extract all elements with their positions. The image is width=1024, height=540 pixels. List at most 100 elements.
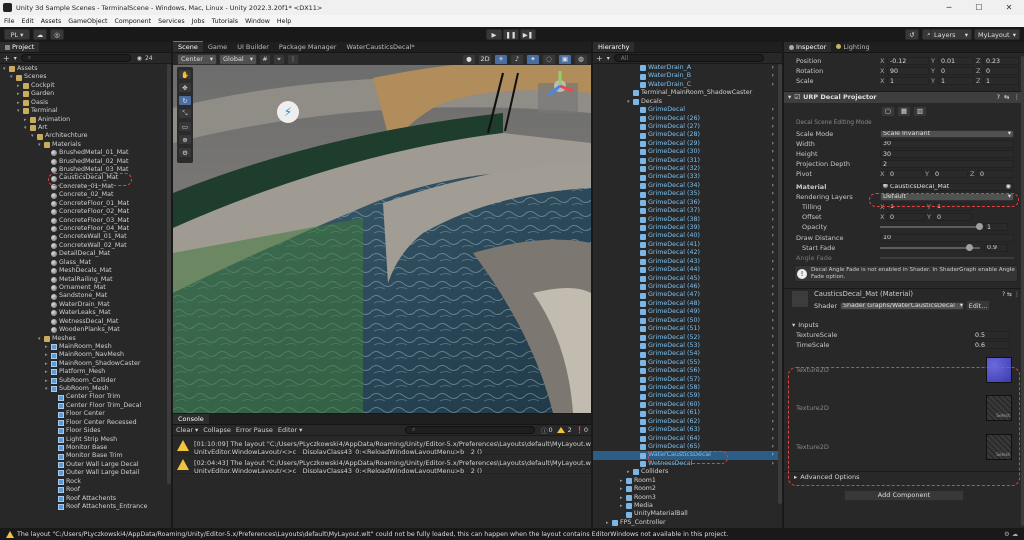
draw-distance-field[interactable]: 10 — [880, 233, 1014, 242]
edit-pivot-icon[interactable]: ▦ — [897, 105, 911, 117]
close-icon[interactable]: ✕ — [994, 3, 1024, 12]
height-field[interactable]: 30 — [880, 150, 1014, 159]
hierarchy-item[interactable]: GrimeDecal (29) › — [593, 140, 782, 148]
chevron-right-icon[interactable]: › — [771, 173, 774, 181]
scale-mode-dropdown[interactable]: Scale Invariant ▾ — [880, 129, 1014, 138]
project-item[interactable]: ConcreteFloor_01_Mat — [0, 200, 171, 208]
hierarchy-item[interactable]: WaterDrain_A › — [593, 64, 782, 72]
menu-edit[interactable]: Edit — [22, 18, 34, 25]
project-item[interactable]: MetalRailing_Mat — [0, 276, 171, 284]
hierarchy-item[interactable]: GrimeDecal (28) › — [593, 131, 782, 139]
tab-scene[interactable]: Scene — [173, 41, 203, 52]
chevron-right-icon[interactable]: › — [771, 384, 774, 392]
hierarchy-item[interactable]: ▸ Room1 — [593, 477, 782, 485]
collab-icon[interactable]: ◎ — [50, 29, 64, 40]
chevron-right-icon[interactable]: › — [771, 300, 774, 308]
project-item[interactable]: ▾ Architechture — [0, 132, 171, 140]
rotation-x-field[interactable]: 90 — [887, 67, 929, 76]
project-item[interactable]: Floor Center — [0, 410, 171, 418]
chevron-right-icon[interactable]: › — [771, 283, 774, 291]
start-fade-field[interactable]: 0.9 — [984, 243, 1008, 252]
hierarchy-item[interactable]: GrimeDecal (38) › — [593, 216, 782, 224]
hierarchy-item[interactable]: GrimeDecal (50) › — [593, 317, 782, 325]
inputs-foldout[interactable]: ▾ Inputs — [784, 320, 1024, 330]
project-item[interactable]: ▸ Garden — [0, 90, 171, 98]
hierarchy-item[interactable]: GrimeDecal (64) › — [593, 435, 782, 443]
project-item[interactable]: Concrete_02_Mat — [0, 191, 171, 199]
pivot-dropdown[interactable]: Center ▾ — [177, 53, 217, 65]
chevron-right-icon[interactable]: › — [771, 359, 774, 367]
project-item[interactable]: MeshDecals_Mat — [0, 267, 171, 275]
chevron-right-icon[interactable]: › — [771, 148, 774, 156]
hierarchy-item[interactable]: GrimeDecal (48) › — [593, 300, 782, 308]
chevron-right-icon[interactable]: › — [771, 190, 774, 198]
chevron-right-icon[interactable]: › — [771, 165, 774, 173]
snap-icon[interactable]: ⌖ — [273, 53, 285, 65]
project-item[interactable]: ConcreteWall_02_Mat — [0, 242, 171, 250]
maximize-icon[interactable]: ☐ — [964, 3, 994, 12]
chevron-right-icon[interactable]: › — [771, 157, 774, 165]
chevron-right-icon[interactable]: › — [771, 232, 774, 240]
menu-tutorials[interactable]: Tutorials — [212, 18, 238, 25]
chevron-right-icon[interactable]: › — [771, 266, 774, 274]
project-item[interactable]: ConcreteWall_01_Mat — [0, 233, 171, 241]
hierarchy-item[interactable]: GrimeDecal (60) › — [593, 401, 782, 409]
hierarchy-item[interactable]: GrimeDecal (55) › — [593, 359, 782, 367]
hierarchy-item[interactable]: ▾ Decals — [593, 98, 782, 106]
custom-tool-icon[interactable]: ⚙ — [178, 147, 192, 158]
project-item[interactable]: Light Strip Mesh — [0, 436, 171, 444]
tab-console[interactable]: Console — [173, 414, 209, 424]
error-pause-button[interactable]: Error Pause — [236, 426, 273, 434]
shader-edit-button[interactable]: Edit... — [966, 300, 990, 311]
target-icon[interactable]: ◉ — [1006, 184, 1012, 190]
project-item[interactable]: WaterLeaks_Mat — [0, 309, 171, 317]
chevron-right-icon[interactable]: › — [771, 460, 774, 468]
opacity-slider[interactable] — [880, 223, 983, 231]
project-item[interactable]: Roof — [0, 486, 171, 494]
hidden-icon[interactable]: ◌ — [542, 53, 556, 65]
project-item[interactable]: WetnessDecal_Mat — [0, 318, 171, 326]
hierarchy-item[interactable]: GrimeDecal (39) › — [593, 224, 782, 232]
hierarchy-item[interactable]: WaterDrain_B › — [593, 72, 782, 80]
edit-bounds-icon[interactable]: ▢ — [881, 105, 895, 117]
offset-x-field[interactable]: 0 — [887, 213, 925, 222]
project-item[interactable]: ConcreteFloor_04_Mat — [0, 225, 171, 233]
hierarchy-item[interactable]: GrimeDecal (31) › — [593, 157, 782, 165]
chevron-right-icon[interactable]: › — [771, 409, 774, 417]
chevron-right-icon[interactable]: › — [771, 325, 774, 333]
add-icon[interactable]: + — [596, 54, 603, 63]
chevron-right-icon[interactable]: › — [771, 249, 774, 257]
project-item[interactable]: Center Floor Trim_Decal — [0, 402, 171, 410]
scale-y-field[interactable]: 1 — [938, 77, 974, 86]
gizmos-icon[interactable]: ◍ — [574, 53, 588, 65]
project-item[interactable]: Monitor Base Trim — [0, 452, 171, 460]
chevron-right-icon[interactable]: › — [771, 115, 774, 123]
increment-icon[interactable]: ⋮ — [287, 53, 299, 65]
project-item[interactable]: ▾ SubRoom_Mesh — [0, 385, 171, 393]
pause-button[interactable]: ❚❚ — [503, 29, 519, 40]
hierarchy-item[interactable]: ▸ Room2 — [593, 485, 782, 493]
project-item[interactable]: Sandstone_Mat — [0, 292, 171, 300]
hierarchy-item[interactable]: GrimeDecal (47) › — [593, 291, 782, 299]
hierarchy-item[interactable]: GrimeDecal (61) › — [593, 409, 782, 417]
start-fade-slider-knob[interactable] — [966, 243, 973, 251]
2d-toggle[interactable]: 2D — [478, 53, 492, 65]
texture-scale-field[interactable]: 0.5 — [972, 331, 1010, 340]
chevron-right-icon[interactable]: › — [771, 291, 774, 299]
project-item[interactable]: Outer Wall Large Detail — [0, 469, 171, 477]
chevron-right-icon[interactable]: › — [771, 426, 774, 434]
project-item[interactable]: Roof Attachents_Entrance — [0, 503, 171, 511]
hierarchy-item[interactable]: GrimeDecal (40) › — [593, 232, 782, 240]
project-item[interactable]: Roof Attachents — [0, 495, 171, 503]
project-item[interactable]: WaterDrain_Mat — [0, 301, 171, 309]
pivot-x-field[interactable]: 0 — [887, 170, 923, 179]
warning-icon[interactable] — [556, 427, 565, 433]
project-item[interactable]: ▾ Meshes — [0, 335, 171, 343]
light-gizmo-icon[interactable]: ⚡ — [277, 101, 299, 123]
cloud-icon[interactable]: ☁ — [33, 29, 47, 40]
hierarchy-item[interactable]: GrimeDecal (34) › — [593, 182, 782, 190]
project-item[interactable]: ▸ Oasis — [0, 99, 171, 107]
hierarchy-item[interactable]: GrimeDecal (41) › — [593, 241, 782, 249]
chevron-right-icon[interactable]: › — [771, 392, 774, 400]
project-item[interactable]: ▾ Scenes — [0, 73, 171, 81]
